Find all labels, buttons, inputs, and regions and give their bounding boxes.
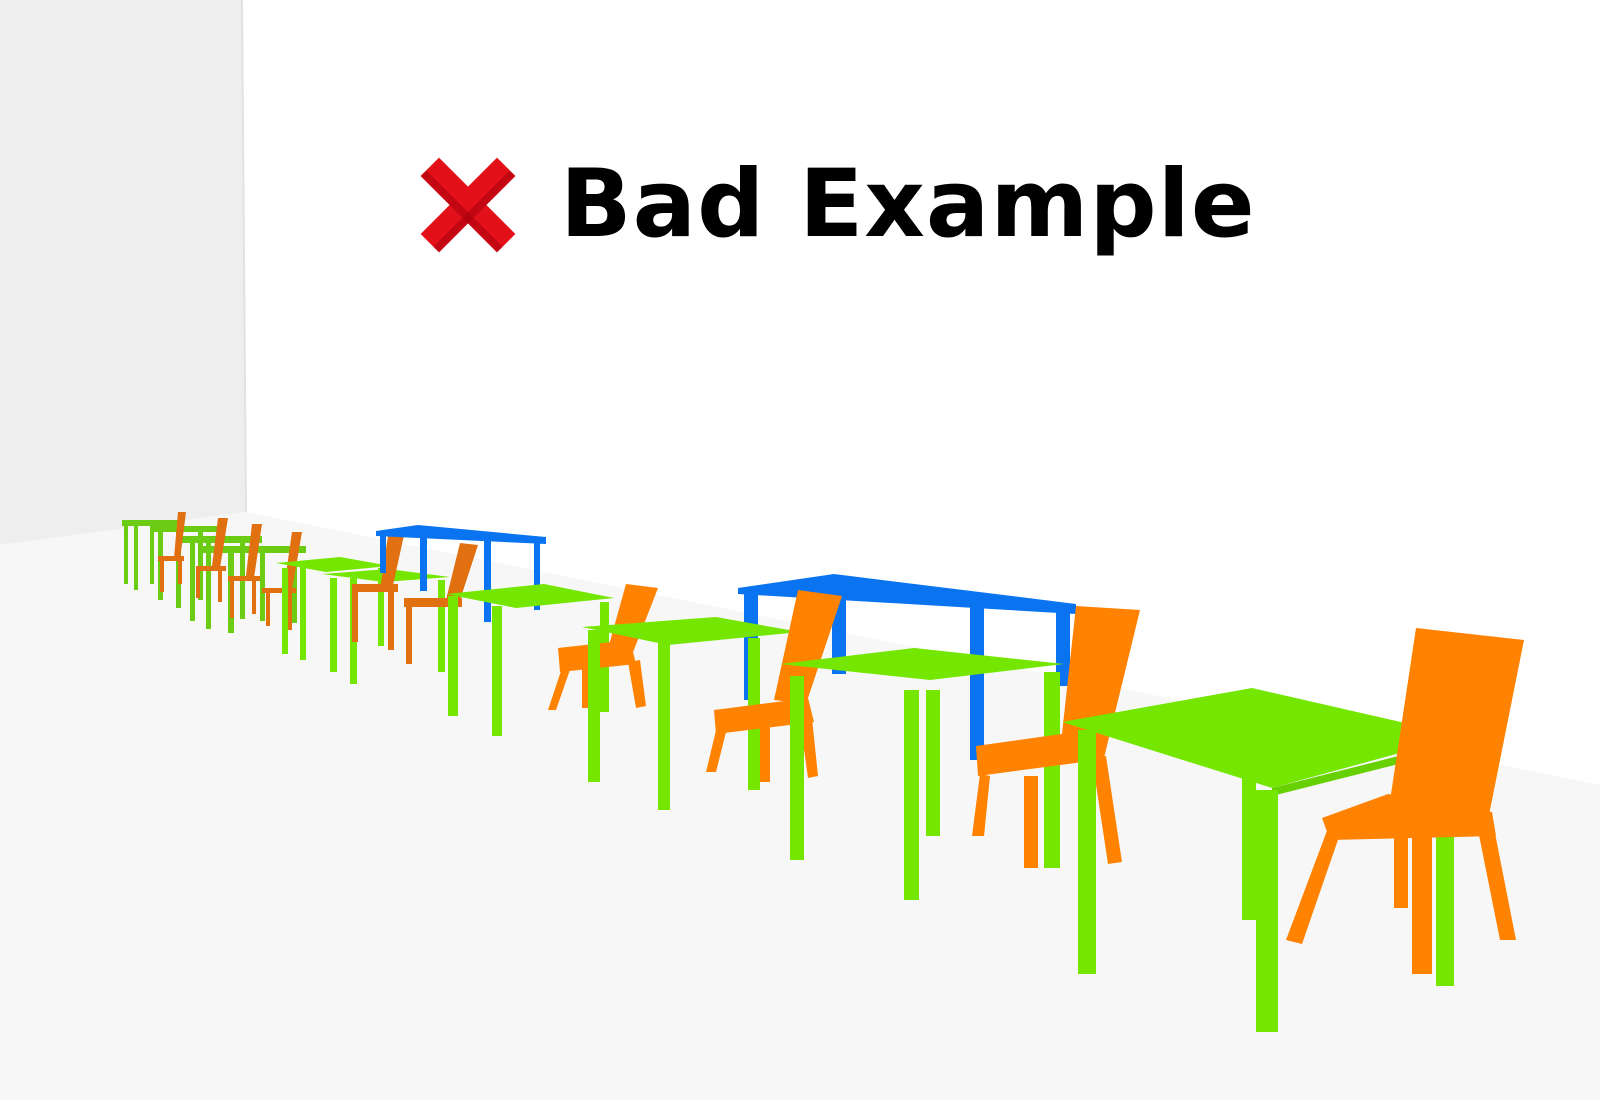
heading-title: Bad Example (560, 150, 1256, 259)
left-wall (0, 0, 246, 545)
cross-mark-icon (420, 157, 516, 253)
heading: Bad Example (420, 150, 1256, 260)
